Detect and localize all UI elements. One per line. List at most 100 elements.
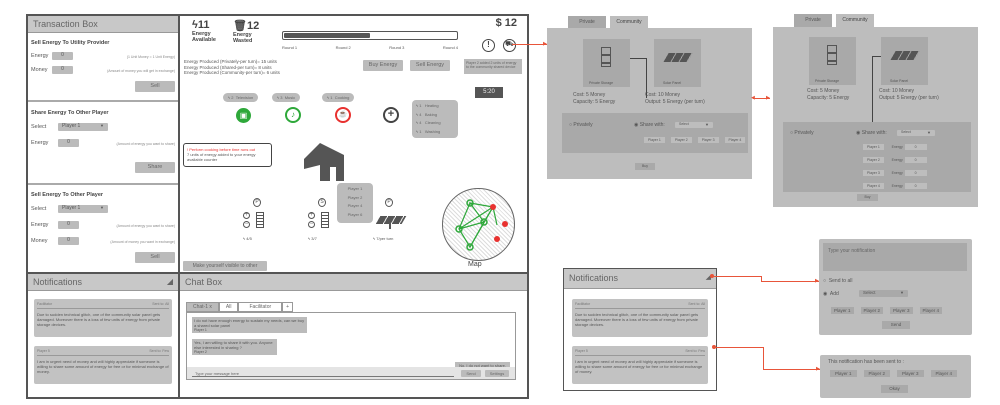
player-select[interactable]: Player 1	[58, 205, 108, 213]
menu-item[interactable]: ϟ 1 Washing	[416, 128, 454, 137]
music-guitar-icon[interactable]: ♪	[285, 107, 301, 123]
menu-item[interactable]: ϟ 4 Baking	[416, 111, 454, 120]
tab-chat-1[interactable]: Chat-1 x	[186, 302, 219, 312]
solar-panel-card[interactable]: Solar Panel	[881, 37, 928, 85]
storage-device-2[interactable]: S + − ϟ 3/7	[303, 198, 343, 248]
private-storage-card[interactable]: Private Storage	[583, 39, 630, 87]
add-appliance-icon[interactable]: +	[383, 107, 399, 123]
message-text: Yes, I am willing to share it with you. …	[194, 340, 273, 350]
menu-item[interactable]: ϟ 4 Cleaning	[416, 119, 454, 128]
energy-input[interactable]: 0	[904, 183, 927, 189]
share-with-radio[interactable]: ◉ Share with:	[634, 122, 665, 128]
minus-icon[interactable]: −	[243, 221, 250, 228]
map-network	[455, 199, 508, 251]
player-chip[interactable]: Player 4	[919, 307, 943, 314]
okay-button[interactable]: Okay	[881, 385, 908, 393]
energy-input[interactable]: 0	[58, 221, 79, 229]
player-chip[interactable]: Player 3	[697, 137, 719, 143]
notification-from: Facilitator	[575, 302, 591, 306]
player-option[interactable]: Player 1	[337, 185, 373, 194]
battery-icon	[827, 45, 837, 65]
notification-input[interactable]: Type your notification	[823, 243, 967, 271]
television-icon[interactable]: ▣	[236, 108, 251, 123]
buy-button[interactable]: Buy	[635, 163, 655, 170]
item-name: Solar Panel	[663, 81, 682, 85]
player-chip[interactable]: Player 1	[863, 144, 884, 150]
battery-icon	[256, 212, 264, 228]
player-chip[interactable]: Player 1	[644, 137, 665, 143]
share-select[interactable]: Select	[897, 130, 935, 136]
player-chip[interactable]: Player 2	[860, 307, 884, 314]
money-input[interactable]: 0	[52, 66, 73, 74]
add-radio[interactable]: ◉ Add	[823, 291, 839, 297]
make-visible-button[interactable]: Make yourself visible to other	[183, 261, 267, 271]
notification-item[interactable]: Facilitator Sent to: All Due to sudden te…	[34, 299, 172, 337]
energy-input[interactable]: 0	[904, 170, 927, 176]
player-chip[interactable]: Player 4	[724, 137, 746, 143]
cart-icon[interactable]: ⛟	[503, 39, 516, 52]
money-input[interactable]: 0	[58, 237, 79, 245]
energy-input[interactable]: 0	[904, 144, 927, 150]
player-chip[interactable]: Player 3	[863, 170, 884, 176]
close-tab-icon[interactable]: x	[209, 304, 212, 310]
energy-input[interactable]: 0	[52, 52, 73, 60]
connector-arrow	[512, 44, 547, 45]
name: Heating	[424, 103, 439, 108]
notification-item[interactable]: Facilitator Sent to: All Due to sudden te…	[572, 299, 708, 337]
recipient-select[interactable]: Select	[859, 290, 908, 297]
tab-private[interactable]: Private	[568, 16, 606, 28]
device-value: 3/7	[311, 236, 317, 241]
add-tab-button[interactable]: +	[282, 302, 294, 312]
message-input[interactable]: Type your message here	[192, 371, 454, 377]
minus-icon[interactable]: −	[308, 221, 315, 228]
send-notification-button[interactable]: Send	[882, 321, 910, 329]
energy-input[interactable]: 0	[58, 139, 79, 147]
item-cost: Cost: 10 Money	[879, 88, 915, 94]
share-select[interactable]: Select	[675, 122, 713, 128]
tab-community[interactable]: Community	[610, 16, 648, 28]
cooking-icon[interactable]: ☕	[335, 107, 351, 123]
buy-button[interactable]: Buy	[857, 194, 878, 201]
send-to-all-radio[interactable]: ○ Send to all	[823, 278, 852, 284]
share-section: Share Energy To Other Player Select Play…	[28, 102, 178, 185]
tab-private[interactable]: Private	[794, 14, 832, 27]
settings-button[interactable]: Settings	[485, 370, 509, 377]
tab-facilitator[interactable]: Facilitator	[238, 302, 283, 312]
share-button[interactable]: Share	[135, 162, 175, 173]
section-title: Share Energy To Other Player	[31, 110, 109, 116]
privately-radio[interactable]: ○ Privately	[569, 122, 593, 128]
tab-community[interactable]: Community	[836, 14, 874, 27]
sell-energy-button[interactable]: Sell Energy	[410, 60, 450, 71]
notification-body: Due to sudden technical glitch, one of t…	[575, 312, 699, 327]
private-storage-card[interactable]: Private Storage	[809, 37, 856, 85]
notification-item[interactable]: Player 5 Sent to: Few I am in urgent need…	[34, 346, 172, 384]
privately-radio[interactable]: ○ Privately	[790, 130, 814, 136]
alert-icon[interactable]: !	[482, 39, 495, 52]
map-view[interactable]	[442, 188, 515, 261]
player-chip[interactable]: Player 3	[890, 307, 913, 314]
sell-player-button[interactable]: Sell	[135, 252, 175, 263]
sent-title: This notification has been sent to :	[828, 359, 904, 365]
menu-item[interactable]: ϟ 1 Heating	[416, 102, 454, 111]
share-with-radio[interactable]: ◉ Share with:	[856, 130, 887, 136]
send-button[interactable]: Send	[461, 370, 481, 377]
arrow-head: ▶	[815, 278, 819, 284]
plus-icon[interactable]: +	[243, 212, 250, 219]
storage-device-1[interactable]: P + − ϟ 4/5	[238, 198, 278, 248]
plus-icon[interactable]: +	[308, 212, 315, 219]
player-chip[interactable]: Player 2	[863, 157, 884, 163]
edit-icon[interactable]: ◢	[167, 277, 173, 287]
notification-item[interactable]: Player 5 Sent to: Few I am in urgent need…	[572, 346, 708, 384]
radio-label: Share with:	[639, 122, 665, 128]
player-chip[interactable]: Player 1	[831, 307, 854, 314]
solar-device[interactable]: P ϟ 7/per turn	[370, 198, 415, 248]
player-chip[interactable]: Player 4	[863, 183, 884, 189]
energy-input[interactable]: 0	[904, 157, 927, 163]
buy-energy-button[interactable]: Buy Energy	[363, 60, 403, 71]
sell-utility-button[interactable]: Sell	[135, 81, 175, 92]
tab-all[interactable]: All	[218, 302, 239, 312]
player-chip[interactable]: Player 2	[670, 137, 692, 143]
solar-panel-card[interactable]: Solar Panel	[654, 39, 701, 87]
player-select[interactable]: Player 1	[58, 123, 108, 131]
shop-panel-2: Private Community Private Storage Solar …	[773, 14, 978, 207]
